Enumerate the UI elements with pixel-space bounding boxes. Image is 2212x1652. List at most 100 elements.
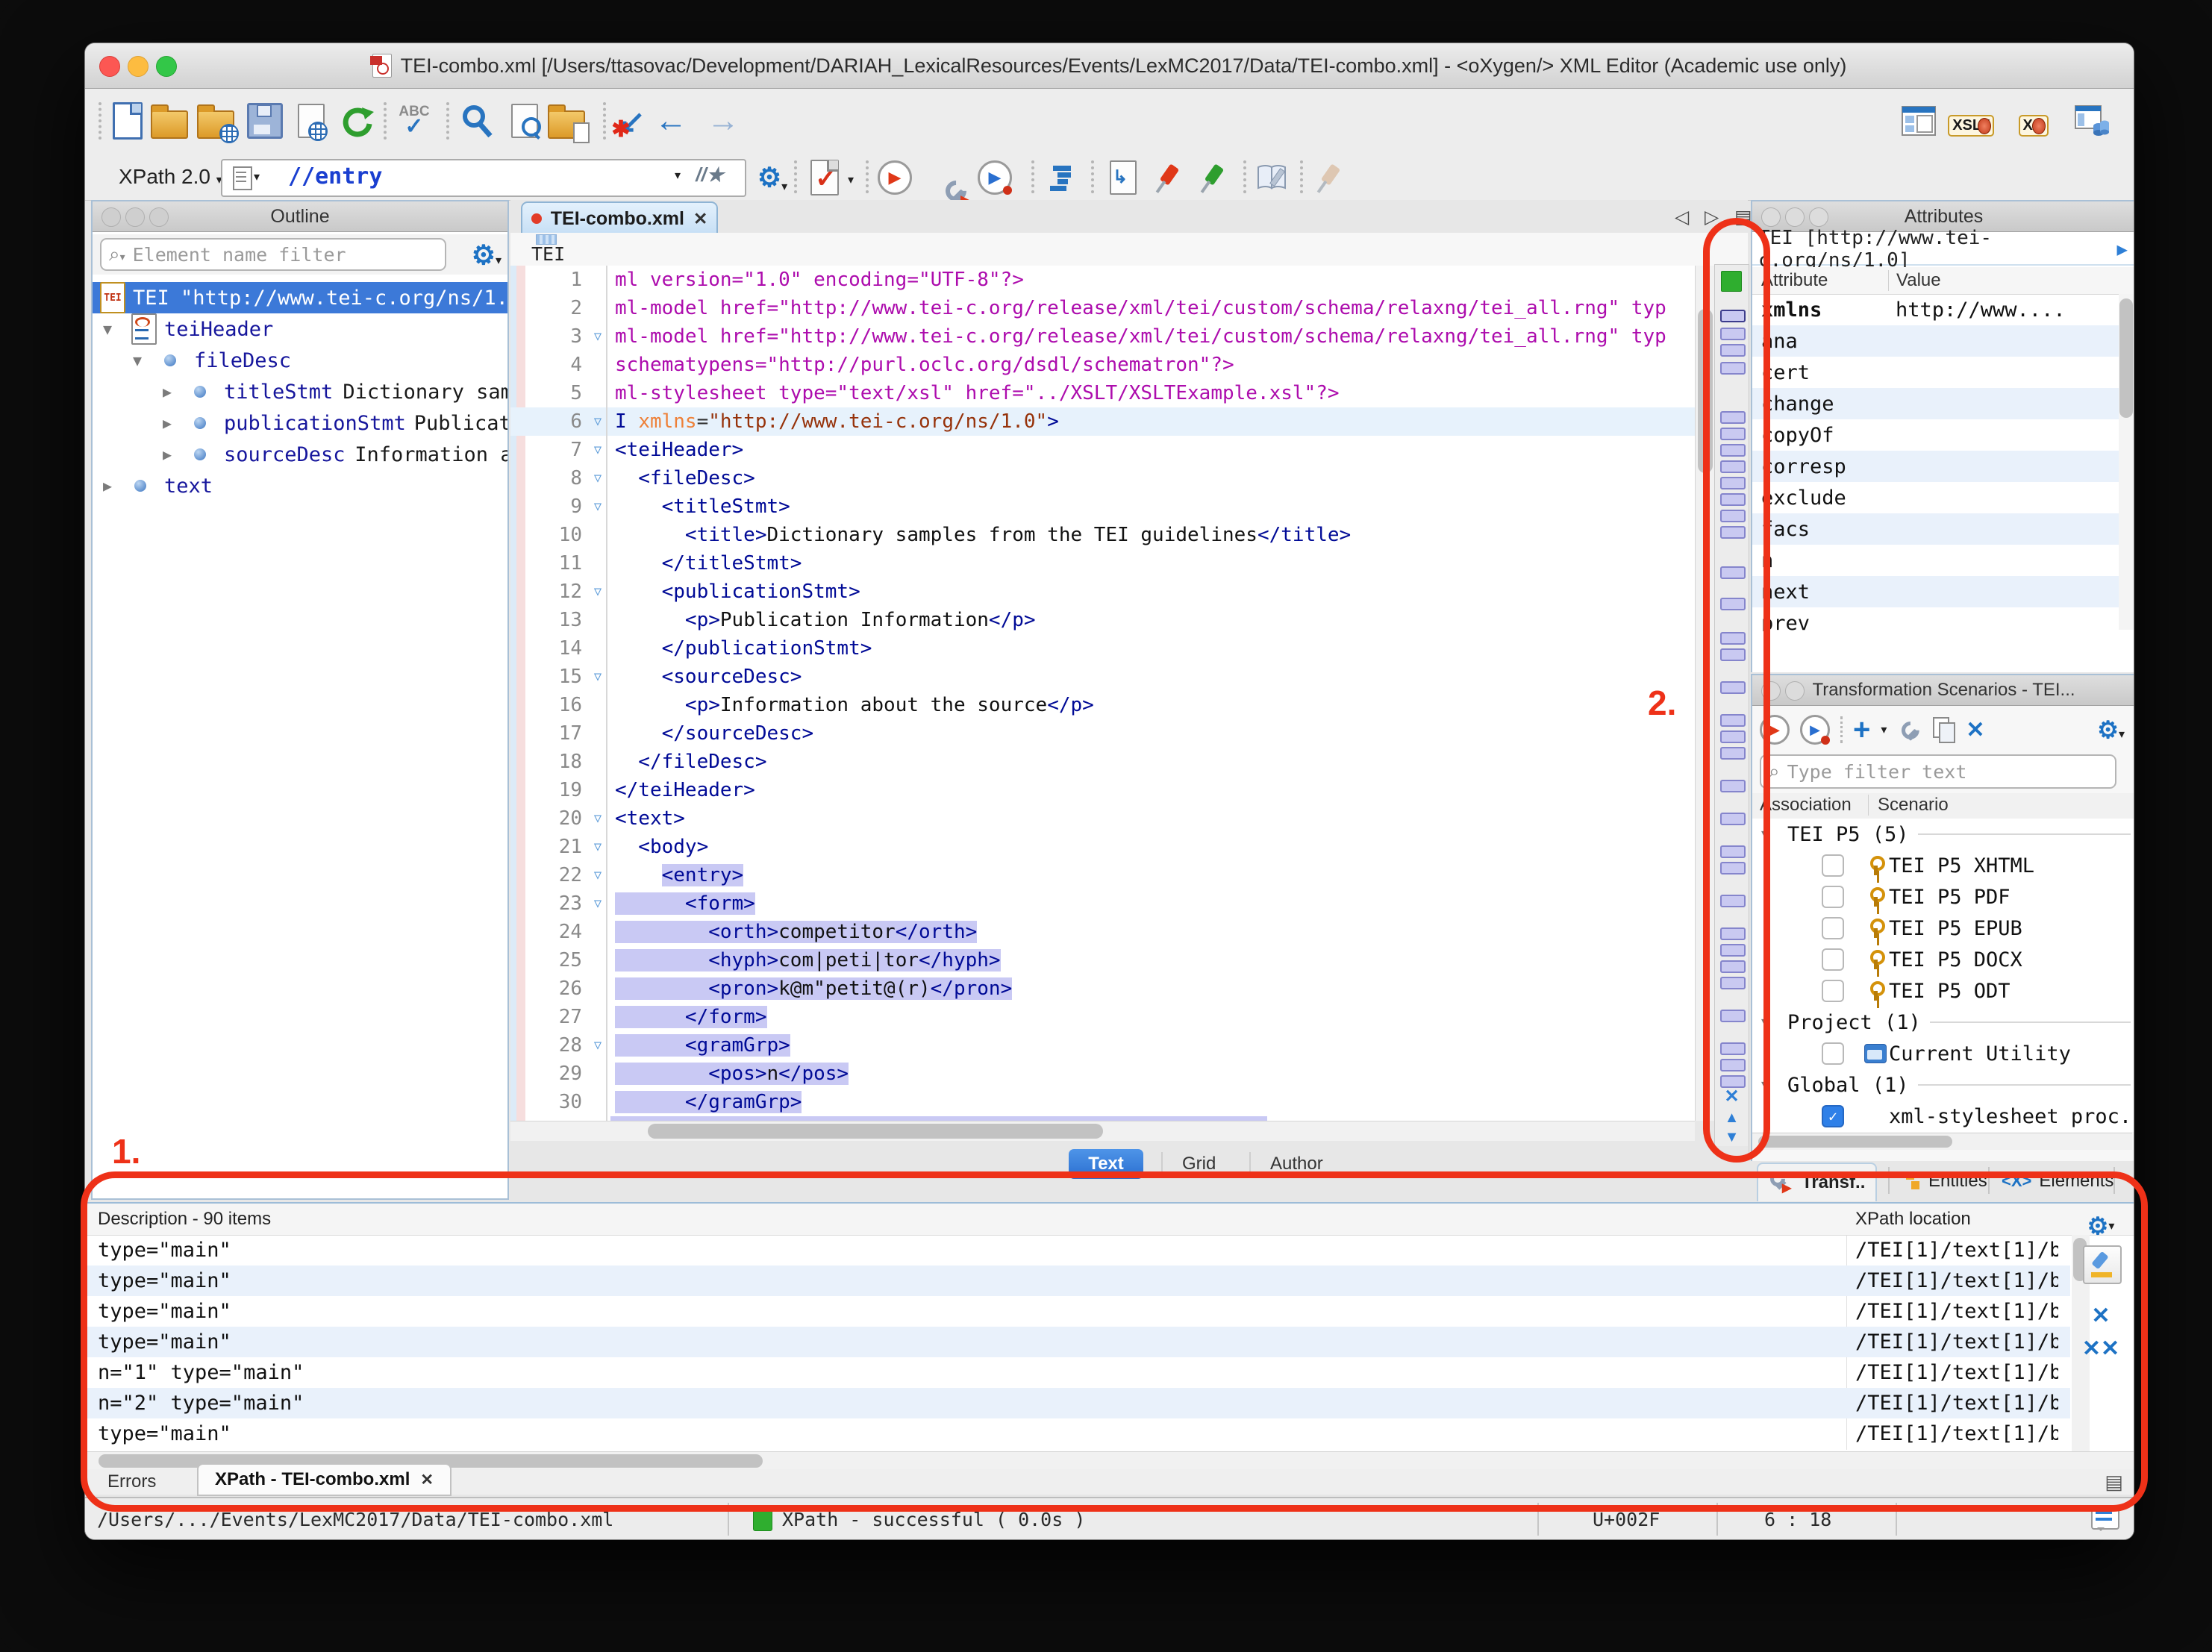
scenarios-column-headers[interactable]: Association Scenario [1752, 793, 2134, 819]
outline-settings-button[interactable]: ⚙▾ [472, 242, 502, 269]
code-line[interactable]: 16 <p>Information about the source</p> [510, 691, 1695, 719]
pin-faded-button[interactable] [1309, 156, 1352, 199]
new-scenario-button[interactable]: + [1853, 715, 1870, 745]
occurrence-marker[interactable] [1720, 598, 1746, 610]
scenario-column-header[interactable]: Scenario [1868, 795, 1949, 816]
association-column-header[interactable]: Association [1760, 795, 1852, 816]
attributes-table[interactable]: xmlnshttp://www....anacertchangecopyOfco… [1752, 294, 2134, 631]
expand-arrow-icon[interactable]: ▶ [103, 477, 112, 495]
occurrence-marker[interactable] [1720, 895, 1746, 907]
occurrence-marker[interactable] [1720, 977, 1746, 989]
code-line[interactable]: 1ml version="1.0" encoding="UTF-8"?> [510, 266, 1695, 294]
code-line[interactable]: 27 </form> [510, 1003, 1695, 1031]
scenario-group-row[interactable]: ▼Global (1) [1752, 1069, 2134, 1101]
annotation-marker-strip[interactable]: ✕ ▲︎ ▼︎ [1714, 264, 1749, 1154]
outline-item[interactable]: ▼teiHeader [93, 313, 507, 345]
attribute-row[interactable]: next [1752, 576, 2134, 607]
xpath-mode-select[interactable]: XPath 2.0 ▾ [119, 165, 222, 189]
xpath-history-caret-icon[interactable]: ▾ [675, 168, 681, 183]
code-line[interactable]: 26 <pron>k@m"petit@(r)</pron> [510, 974, 1695, 1003]
xpath-result-row[interactable]: type="main"/TEI[1]/text[1]/bo [85, 1327, 2070, 1357]
scenario-checkbox[interactable]: ✓ [1822, 1105, 1844, 1127]
attribute-row[interactable]: prev [1752, 607, 2134, 631]
code-line[interactable]: 17 </sourceDesc> [510, 719, 1695, 748]
xpath-location-column-header[interactable]: XPath location [1855, 1209, 1971, 1230]
scenarios-horizontal-scrollbar[interactable] [1752, 1133, 2132, 1150]
scenario-item-row[interactable]: ✓xml-stylesheet proc. [1752, 1101, 2134, 1132]
previous-marker-icon[interactable]: ▲︎ [1715, 1110, 1749, 1127]
occurrence-marker[interactable] [1720, 310, 1746, 322]
title-bar[interactable]: TEI-combo.xml [/Users/ttasovac/Developme… [85, 43, 2134, 89]
remove-result-button[interactable]: ✕ [2083, 1298, 2119, 1333]
pin-green-button[interactable] [1193, 156, 1236, 199]
edit-scenario-button[interactable] [1899, 719, 1921, 741]
pin-red-button[interactable] [1148, 156, 1191, 199]
xpath-result-row[interactable]: type="main"/TEI[1]/text[1]/bo [85, 1265, 2070, 1296]
scenario-checkbox[interactable] [1822, 948, 1844, 971]
save-to-url-button[interactable] [290, 99, 333, 143]
current-element-path[interactable]: TEI [http://www.tei-c.org/ns/1.0] ▶ [1752, 234, 2134, 266]
next-marker-icon[interactable]: ▼︎ [1715, 1129, 1749, 1146]
code-line[interactable]: 6▽I xmlns="http://www.tei-c.org/ns/1.0"> [510, 407, 1695, 436]
attributes-scroll-thumb[interactable] [2119, 298, 2133, 418]
description-column-header[interactable]: Description - 90 items [98, 1209, 271, 1230]
tab-entities[interactable]: Entities [1894, 1163, 1998, 1200]
attributes-column-headers[interactable]: Attribute Value [1752, 267, 2134, 295]
collapse-arrow-icon[interactable]: ▼ [103, 320, 112, 338]
xpath-result-row[interactable]: type="main"/TEI[1]/text[1]/bo [85, 1235, 2070, 1265]
editor-hscroll-thumb[interactable] [648, 1124, 1103, 1139]
collapse-arrow-icon[interactable]: ▼ [1761, 825, 1770, 843]
occurrence-marker[interactable] [1720, 460, 1746, 473]
code-line[interactable]: 29 <pos>n</pos> [510, 1060, 1695, 1088]
occurrence-marker[interactable] [1720, 845, 1746, 858]
scenario-item-row[interactable]: TEI P5 ODT [1752, 975, 2134, 1007]
find-button[interactable] [455, 99, 499, 143]
outline-panel-header[interactable]: Outline [93, 201, 507, 232]
attribute-row[interactable]: ana [1752, 325, 2134, 357]
clear-markers-icon[interactable]: ✕ [1715, 1086, 1749, 1107]
highlight-results-button[interactable] [2083, 1245, 2122, 1284]
code-line[interactable]: 9▽ <titleStmt> [510, 492, 1695, 521]
attribute-row[interactable]: copyOf [1752, 419, 2134, 451]
results-list-icon[interactable]: ▤ [2105, 1471, 2123, 1494]
scenario-checkbox[interactable] [1822, 917, 1844, 939]
occurrence-marker[interactable] [1720, 526, 1746, 539]
expand-arrow-icon[interactable]: ▶ [163, 414, 172, 432]
code-line[interactable]: 7▽<teiHeader> [510, 436, 1695, 464]
occurrence-marker[interactable] [1720, 411, 1746, 424]
feedback-chat-icon[interactable] [2091, 1506, 2119, 1530]
code-line[interactable]: 23▽ <form> [510, 889, 1695, 918]
code-line[interactable]: 20▽<text> [510, 804, 1695, 833]
scenario-checkbox[interactable] [1822, 980, 1844, 1002]
new-scenario-caret-icon[interactable]: ▾ [1881, 722, 1887, 737]
tab-elements[interactable]: <X> Elements [1991, 1163, 2124, 1200]
attribute-column-header[interactable]: Attribute [1761, 270, 1828, 291]
code-line[interactable]: 21▽ <body> [510, 833, 1695, 861]
occurrence-marker[interactable] [1720, 1010, 1746, 1022]
editor-vertical-scrollbar[interactable] [1695, 266, 1715, 1121]
document-tab[interactable]: TEI-combo.xml ✕ [521, 201, 718, 234]
results-header-row[interactable]: Description - 90 items XPath location [85, 1204, 2134, 1236]
close-tab-icon[interactable]: ✕ [693, 209, 707, 229]
code-line[interactable]: 5ml-stylesheet type="text/xsl" href="../… [510, 379, 1695, 407]
outline-item[interactable]: ▶publicationStmt Publicati [93, 407, 507, 439]
editor-perspective-button[interactable] [1897, 99, 1940, 143]
code-line[interactable]: 10 <title>Dictionary samples from the TE… [510, 521, 1695, 549]
scenario-group-row[interactable]: ▼Project (1) [1752, 1007, 2134, 1038]
xpath-result-row[interactable]: n="2" type="main"/TEI[1]/text[1]/bo [85, 1388, 2070, 1418]
collapse-arrow-icon[interactable]: ▼ [133, 351, 142, 369]
outline-item[interactable]: ▶sourceDesc Information abo [93, 439, 507, 470]
code-line[interactable]: 13 <p>Publication Information</p> [510, 606, 1695, 634]
occurrence-marker[interactable] [1720, 1075, 1746, 1088]
annotate-button[interactable] [1251, 156, 1294, 199]
attribute-row[interactable]: xmlnshttp://www.... [1752, 294, 2134, 325]
scenario-checkbox[interactable] [1822, 886, 1844, 908]
code-line[interactable]: 8▽ <fileDesc> [510, 464, 1695, 492]
occurrence-marker[interactable] [1720, 780, 1746, 792]
occurrence-marker[interactable] [1720, 714, 1746, 727]
scenario-checkbox[interactable] [1822, 854, 1844, 877]
xpath-scope-caret-icon[interactable]: ▾ [254, 169, 260, 184]
occurrence-marker[interactable] [1720, 328, 1746, 340]
tab-list-icon[interactable]: ▤ [1734, 206, 1752, 228]
configure-transformation-button[interactable]: ▶ [921, 156, 964, 199]
